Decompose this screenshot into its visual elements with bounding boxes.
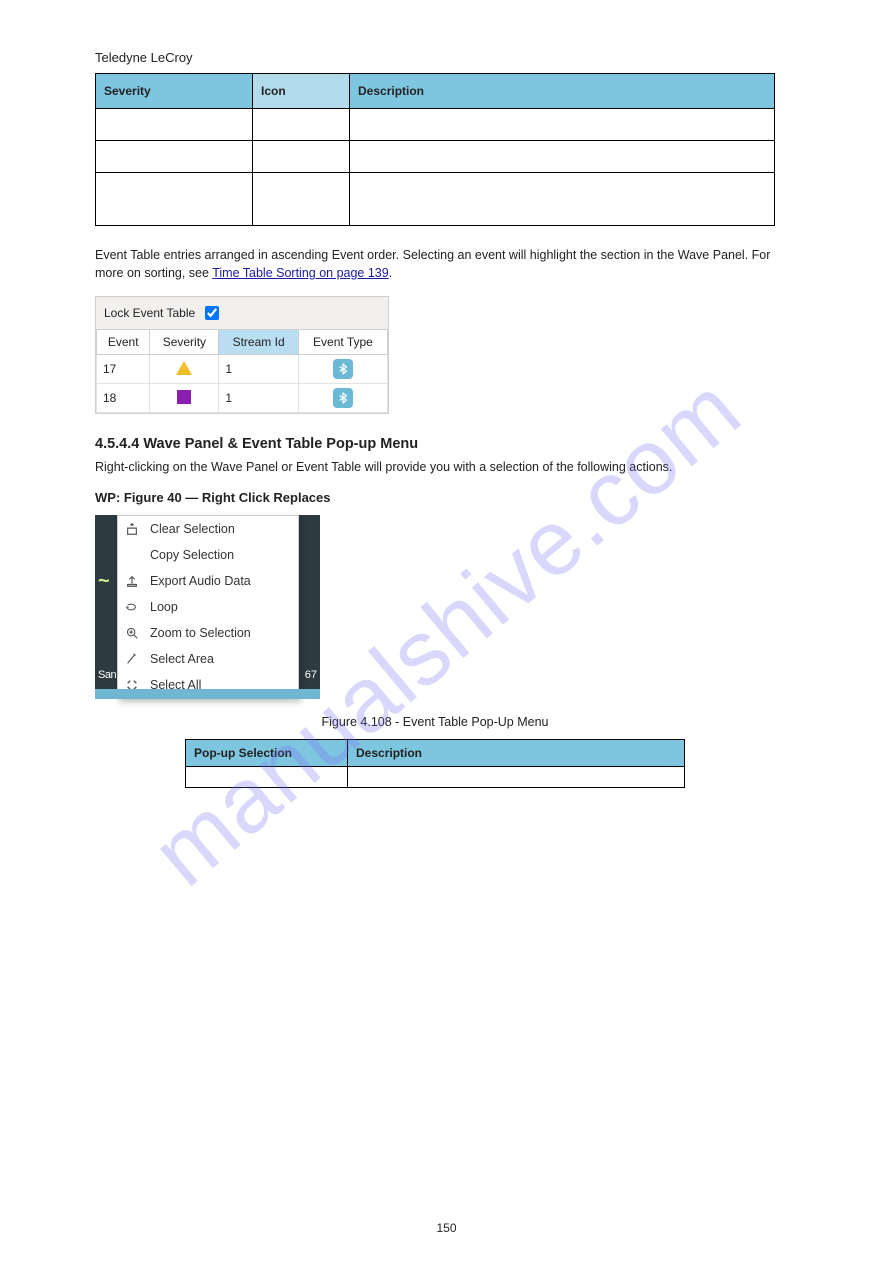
cell-severity <box>150 355 219 384</box>
paragraph-event-table: Event Table entries arranged in ascendin… <box>95 246 775 282</box>
severity-header-col1: Severity <box>96 74 253 109</box>
menu-item-zoom-to-selection[interactable]: Zoom to Selection <box>118 620 298 646</box>
cell-icon <box>253 141 350 173</box>
export-icon <box>124 573 140 589</box>
severity-icon <box>292 115 310 131</box>
wave-panel-bottom-bar <box>95 689 320 699</box>
lock-col-severity[interactable]: Severity <box>150 330 219 355</box>
cell-desc <box>350 141 775 173</box>
clear-selection-icon <box>124 521 140 537</box>
bluetooth-icon <box>333 359 353 379</box>
cell-streamid: 1 <box>219 384 299 413</box>
section-heading-4544: 4.5.4.4 Wave Panel & Event Table Pop-up … <box>95 436 823 452</box>
subheading-figure40: WP: Figure 40 — Right Click Replaces <box>95 490 823 505</box>
menu-item-select-area[interactable]: Select Area <box>118 646 298 672</box>
menu-item-loop[interactable]: Loop <box>118 594 298 620</box>
lock-col-event[interactable]: Event <box>97 330 150 355</box>
cell-event: 18 <box>97 384 150 413</box>
paragraph-post: . <box>389 266 392 280</box>
cell-label <box>96 141 253 173</box>
popup-header-col1: Pop-up Selection <box>186 740 348 767</box>
lock-event-table-checkbox[interactable] <box>205 306 219 320</box>
paragraph-pre: Event Table entries arranged in ascendin… <box>95 248 770 280</box>
cell-event: 17 <box>97 355 150 384</box>
select-area-icon <box>124 651 140 667</box>
table-row <box>186 767 685 788</box>
severity-icon <box>292 147 310 163</box>
menu-item-label: Zoom to Selection <box>150 626 251 640</box>
square-severity-icon <box>177 390 191 404</box>
context-menu-preview: ~ San 67 Clear Selection Copy Selection … <box>95 515 320 699</box>
cell-eventtype <box>298 355 387 384</box>
table-row <box>96 141 775 173</box>
cell-icon <box>253 109 350 141</box>
cell-desc <box>350 109 775 141</box>
wave-right-text: 67 <box>305 669 317 681</box>
waveform-squiggle: ~ <box>98 577 110 585</box>
severity-header-col3: Description <box>350 74 775 109</box>
menu-item-label: Clear Selection <box>150 522 235 536</box>
cell-severity <box>150 384 219 413</box>
bluetooth-icon <box>333 388 353 408</box>
cell-eventtype <box>298 384 387 413</box>
menu-item-copy-selection[interactable]: Copy Selection <box>118 542 298 568</box>
cell-label <box>96 173 253 226</box>
zoom-icon <box>124 625 140 641</box>
menu-item-clear-selection[interactable]: Clear Selection <box>118 516 298 542</box>
table-row <box>96 173 775 226</box>
wave-left-text: San <box>98 669 116 681</box>
popup-cell-2 <box>348 767 685 788</box>
loop-icon <box>124 599 140 615</box>
menu-item-export-audio[interactable]: Export Audio Data <box>118 568 298 594</box>
lock-event-table-label: Lock Event Table <box>104 306 195 320</box>
menu-item-label: Copy Selection <box>150 548 234 562</box>
table-row[interactable]: 17 1 <box>97 355 388 384</box>
popup-header-col2: Description <box>348 740 685 767</box>
page-number: 150 <box>0 1221 893 1235</box>
page-title: Teledyne LeCroy <box>95 50 823 65</box>
table-row <box>96 109 775 141</box>
menu-item-label: Export Audio Data <box>150 574 251 588</box>
menu-item-label: Select Area <box>150 652 214 666</box>
cell-desc <box>350 173 775 226</box>
cell-icon <box>253 173 350 226</box>
popup-cell-1 <box>186 767 348 788</box>
menu-item-label: Loop <box>150 600 178 614</box>
intro-text: Right-clicking on the Wave Panel or Even… <box>95 458 775 476</box>
lock-col-streamid[interactable]: Stream Id <box>219 330 299 355</box>
lock-col-eventtype[interactable]: Event Type <box>298 330 387 355</box>
severity-header-col2: Icon <box>253 74 350 109</box>
cell-label <box>96 109 253 141</box>
table-row[interactable]: 18 1 <box>97 384 388 413</box>
copy-icon <box>124 547 140 563</box>
severity-icon <box>292 190 310 206</box>
cell-streamid: 1 <box>219 355 299 384</box>
triangle-warning-icon <box>176 361 192 375</box>
popup-selection-table: Pop-up Selection Description <box>185 739 685 788</box>
lock-event-table-panel: Lock Event Table Event Severity Stream I… <box>95 296 389 414</box>
lock-event-table: Event Severity Stream Id Event Type 17 1 <box>96 329 388 413</box>
figure-caption: Figure 4.108 - Event Table Pop-Up Menu <box>95 715 775 729</box>
context-menu: Clear Selection Copy Selection Export Au… <box>117 515 299 699</box>
severity-table: Severity Icon Description <box>95 73 775 226</box>
link-time-table-sorting[interactable]: Time Table Sorting on page 139 <box>212 266 389 280</box>
